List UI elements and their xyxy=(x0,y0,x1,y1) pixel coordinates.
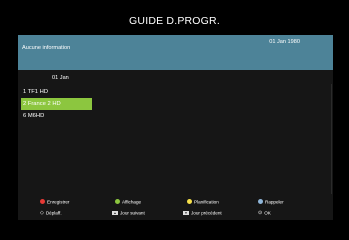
screen-title: GUIDE D.PROGR. xyxy=(129,15,220,27)
guide-date: 01 Jan xyxy=(52,75,69,81)
green-button-icon xyxy=(115,199,120,205)
legend-next-day: ▲ Jour suivant xyxy=(112,210,145,215)
legend-record: Enregistrer xyxy=(40,199,70,205)
blue-button-icon xyxy=(258,199,263,205)
legend-schedule-label: Planification xyxy=(194,199,219,205)
legend-record-label: Enregistrer xyxy=(47,199,70,205)
page-down-key-icon: ▼ xyxy=(183,210,189,215)
legend-ok: ⊙ OK xyxy=(258,210,271,216)
channel-item-france2[interactable]: 2 France 2 HD xyxy=(21,98,92,110)
channel-item-m6[interactable]: 6 M6HD xyxy=(21,110,92,122)
navigation-arrows-icon: ◇ xyxy=(40,210,44,216)
legend-display-label: Affichage xyxy=(122,199,142,205)
legend-reminder: Rappeler xyxy=(258,199,284,205)
channel-item-tf1[interactable]: 1 TF1 HD xyxy=(21,86,92,98)
legend-move: ◇ Déplaff. xyxy=(40,210,62,216)
legend-move-label: Déplaff. xyxy=(45,210,62,216)
legend-previous-day: ▼ Jour précédent xyxy=(183,210,222,215)
legend-previous-day-label: Jour précédent xyxy=(191,210,222,216)
legend-schedule: Planification xyxy=(187,199,219,205)
scrollbar[interactable] xyxy=(331,84,332,194)
legend-display: Affichage xyxy=(115,199,142,205)
legend-next-day-label: Jour suivant xyxy=(120,210,145,216)
page-up-key-icon: ▲ xyxy=(112,210,118,215)
program-info-bar: Aucune information 01 Jan 1980 xyxy=(18,35,333,70)
program-info-text: Aucune information xyxy=(22,45,71,51)
ok-circle-icon: ⊙ xyxy=(258,210,263,216)
legend-ok-label: OK xyxy=(264,210,271,216)
yellow-button-icon xyxy=(187,199,192,205)
legend-reminder-label: Rappeler xyxy=(265,199,284,205)
red-button-icon xyxy=(40,199,45,205)
current-date: 01 Jan 1980 xyxy=(269,39,300,45)
channel-list: 1 TF1 HD 2 France 2 HD 6 M6HD xyxy=(21,86,141,122)
